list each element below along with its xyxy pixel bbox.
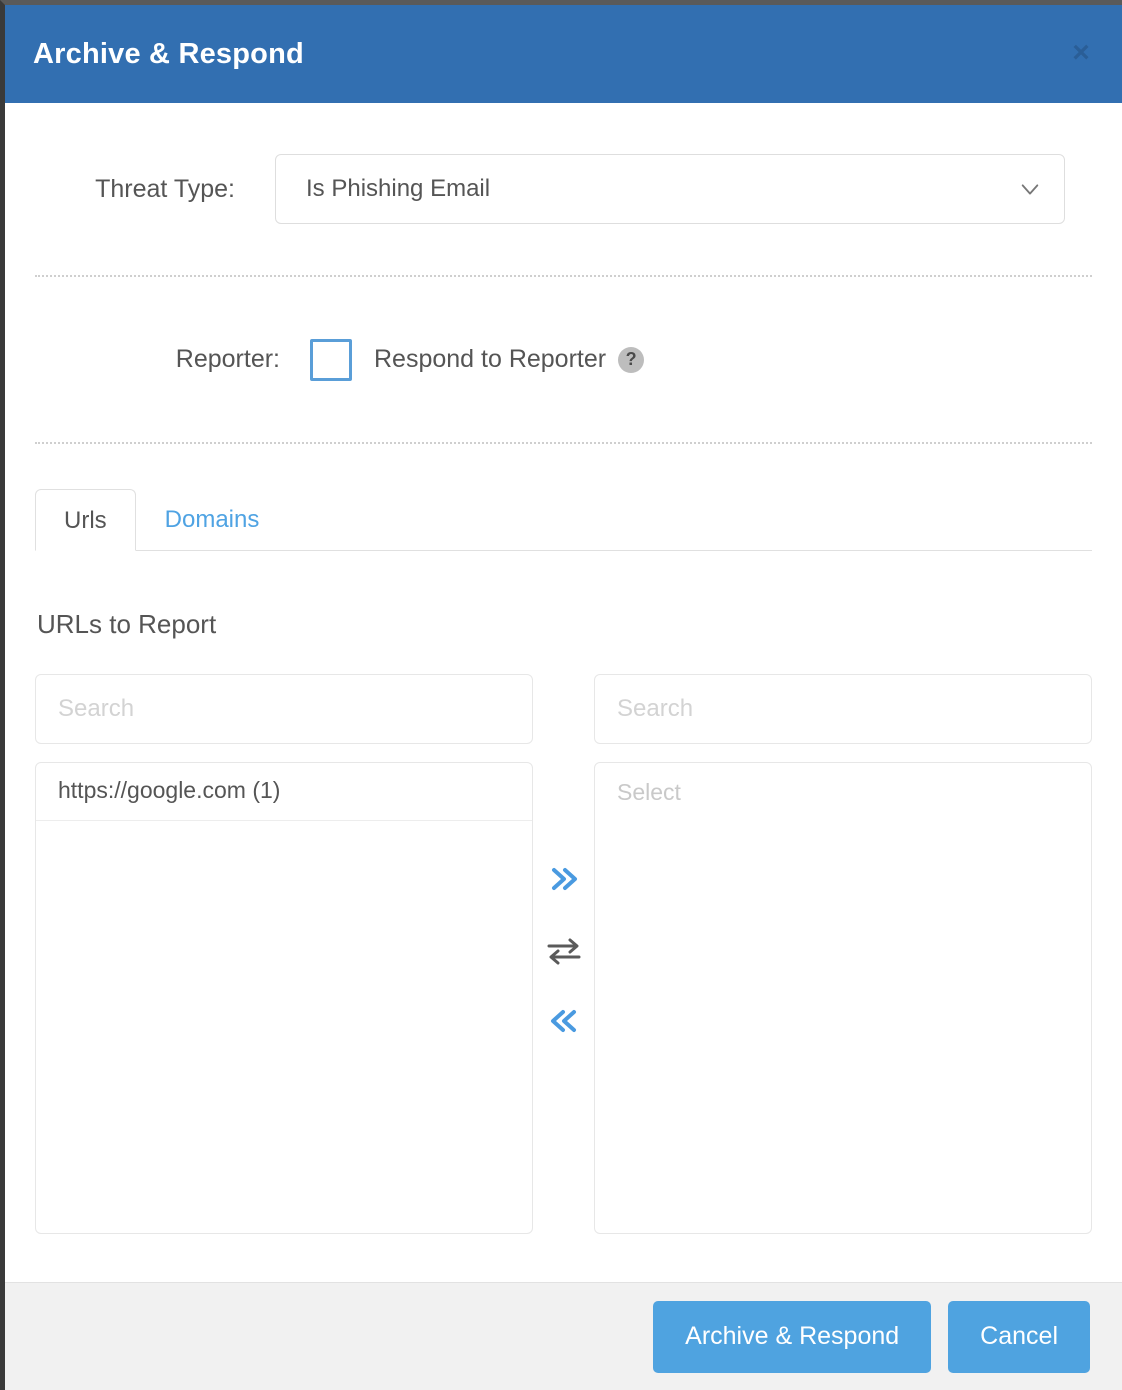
reporter-label: Reporter: [175, 345, 280, 373]
tab-bar: Urls Domains [35, 488, 1092, 551]
archive-and-respond-button[interactable]: Archive & Respond [653, 1300, 932, 1373]
respond-to-reporter-checkbox[interactable] [310, 338, 352, 381]
selected-search-input[interactable] [594, 674, 1092, 744]
list-item[interactable]: https://google.com (1) [36, 763, 532, 821]
section-title: URLs to Report [37, 609, 217, 639]
selected-list[interactable]: Select [594, 762, 1092, 1234]
close-icon[interactable]: × [1066, 38, 1096, 68]
dual-list-picker: https://google.com (1) [35, 674, 1092, 1234]
double-chevron-right-icon[interactable] [547, 864, 581, 894]
threat-type-select-wrap: Is Phishing Email [275, 154, 1065, 224]
dialog-title: Archive & Respond [33, 37, 304, 70]
transfer-controls [533, 674, 594, 1234]
tab-domains[interactable]: Domains [136, 488, 289, 550]
cancel-button[interactable]: Cancel [948, 1300, 1090, 1373]
threat-type-row: Threat Type: Is Phishing Email [35, 103, 1092, 275]
tab-urls[interactable]: Urls [35, 489, 136, 551]
archive-and-respond-dialog: Archive & Respond × Threat Type: Is Phis… [0, 0, 1122, 1390]
selected-column: Select [594, 674, 1092, 1234]
available-list[interactable]: https://google.com (1) [35, 762, 533, 1234]
available-search-input[interactable] [35, 674, 533, 744]
double-chevron-left-icon[interactable] [547, 1006, 581, 1036]
dialog-body: Threat Type: Is Phishing Email Reporter:… [5, 103, 1122, 1282]
swap-arrows-icon[interactable] [545, 934, 583, 968]
dialog-footer: Archive & Respond Cancel [5, 1282, 1122, 1390]
reporter-row: Reporter: Respond to Reporter ? [35, 277, 1092, 442]
selected-list-empty-text: Select [617, 779, 681, 805]
threat-type-select[interactable]: Is Phishing Email [275, 154, 1065, 224]
help-icon[interactable]: ? [618, 346, 645, 373]
available-column: https://google.com (1) [35, 674, 533, 1234]
respond-to-reporter-label: Respond to Reporter [374, 345, 607, 373]
tabs-wrap: Urls Domains [35, 444, 1092, 551]
dialog-header: Archive & Respond × [5, 5, 1122, 103]
threat-type-label: Threat Type: [95, 174, 235, 203]
